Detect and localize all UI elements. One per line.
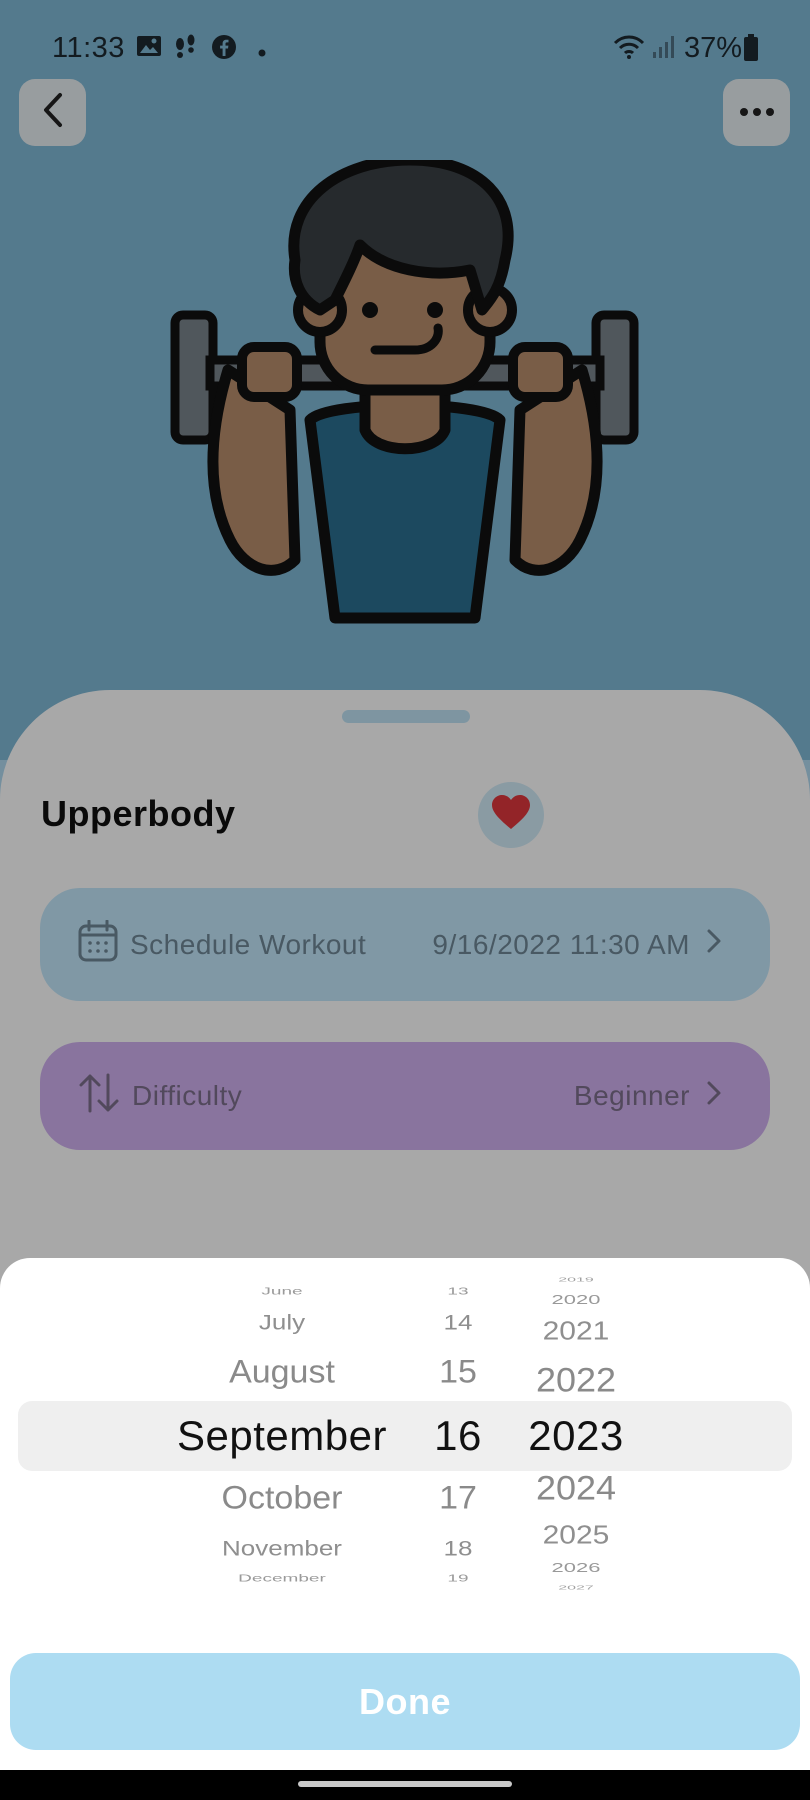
day-option[interactable]: 19	[413, 1573, 503, 1583]
year-option-selected[interactable]: 2023	[506, 1415, 646, 1457]
month-option[interactable]: October	[132, 1482, 432, 1514]
year-option[interactable]: 2020	[506, 1293, 646, 1306]
month-option[interactable]: November	[132, 1537, 432, 1558]
year-option[interactable]: 2024	[506, 1470, 646, 1505]
month-option[interactable]: December	[132, 1573, 432, 1583]
day-option[interactable]: 15	[413, 1356, 503, 1388]
day-option[interactable]: 18	[413, 1537, 503, 1558]
month-option[interactable]: June	[132, 1286, 432, 1296]
month-option[interactable]: August	[132, 1356, 432, 1388]
year-option[interactable]: 2022	[506, 1362, 646, 1397]
home-gesture-pill[interactable]	[298, 1781, 512, 1787]
year-option[interactable]: 2019	[506, 1277, 646, 1283]
month-option-selected[interactable]: September	[132, 1415, 432, 1457]
day-option[interactable]: 14	[413, 1311, 503, 1332]
year-option[interactable]: 2025	[506, 1523, 646, 1549]
day-option[interactable]: 13	[413, 1286, 503, 1296]
done-button[interactable]: Done	[10, 1653, 800, 1750]
month-option[interactable]: July	[132, 1311, 432, 1332]
year-option[interactable]: 2021	[506, 1319, 646, 1345]
day-option-selected[interactable]: 16	[413, 1415, 503, 1457]
day-option[interactable]: 17	[413, 1482, 503, 1514]
year-option[interactable]: 2026	[506, 1561, 646, 1574]
year-option[interactable]: 2027	[506, 1585, 646, 1591]
